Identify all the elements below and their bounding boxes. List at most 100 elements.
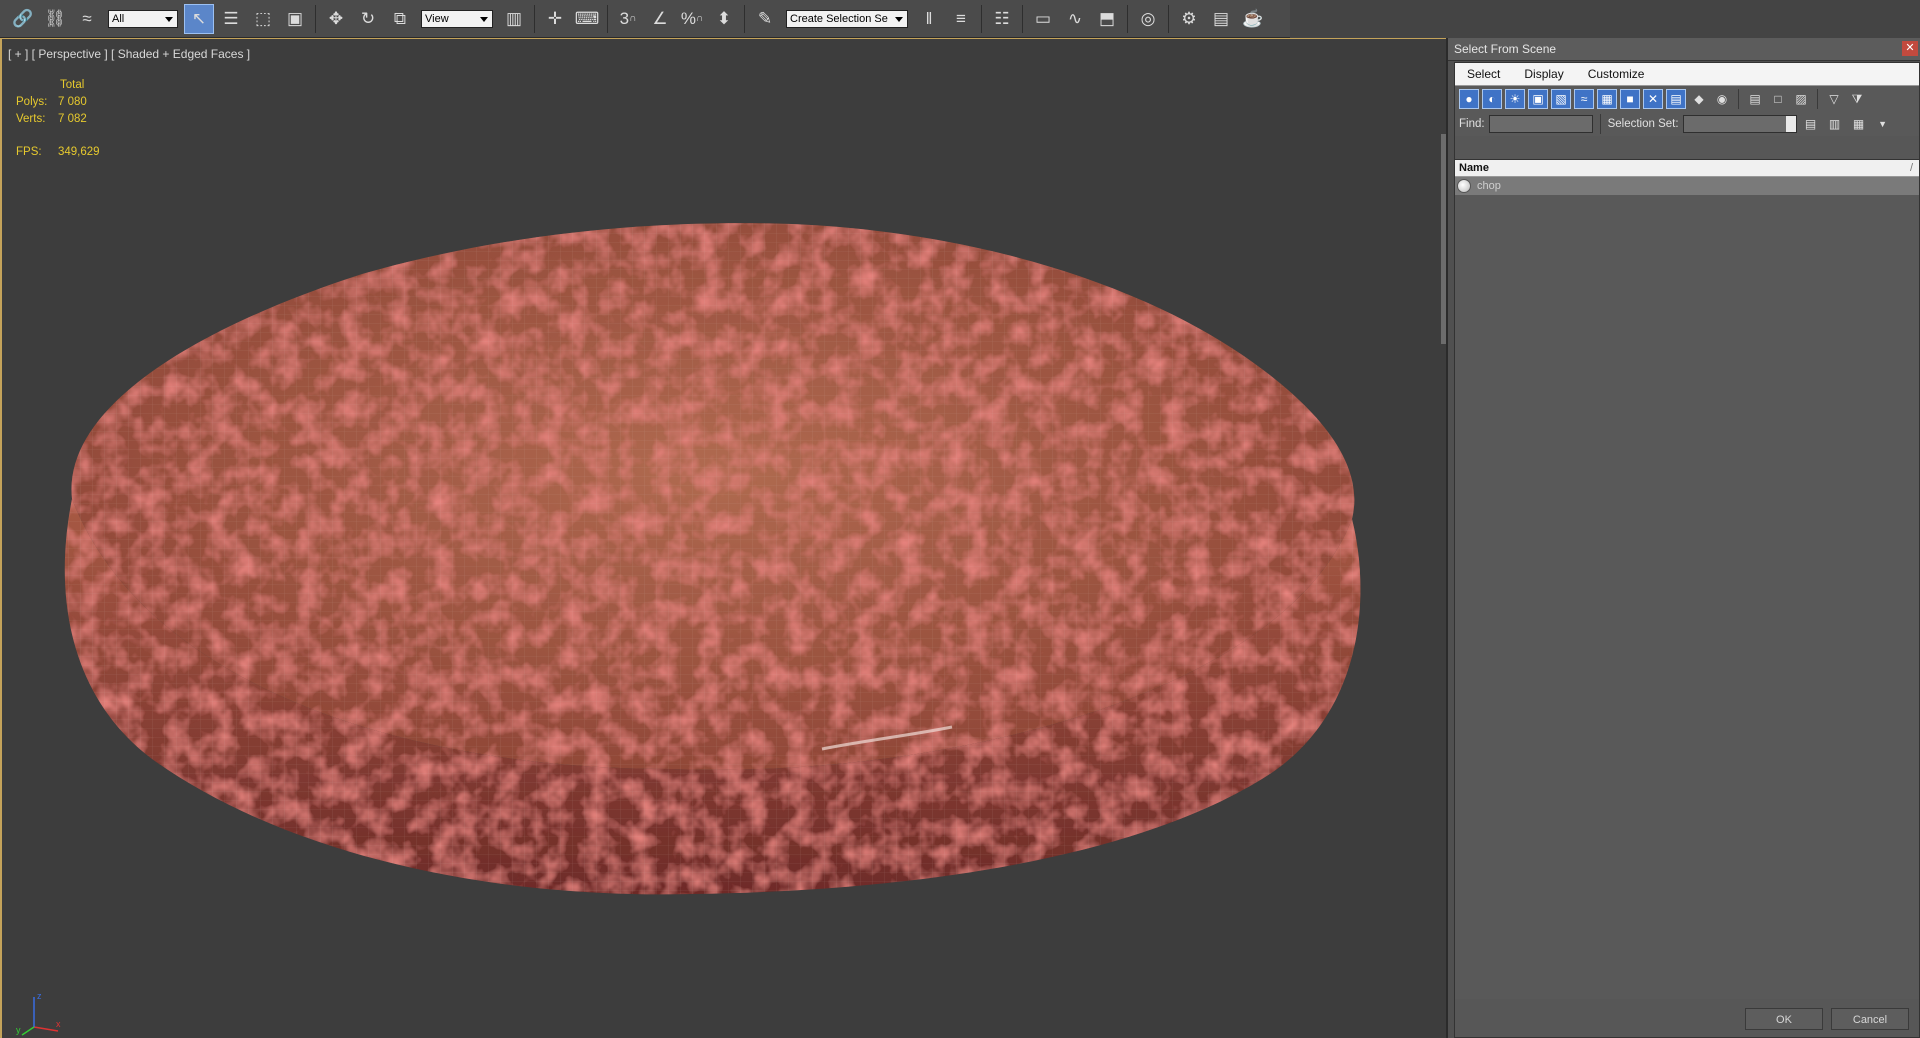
select-and-manipulate-icon[interactable]: ✛: [540, 4, 570, 34]
render-production-icon[interactable]: ☕: [1238, 4, 1268, 34]
toolbar-divider: [534, 4, 535, 33]
stats-header: Total: [60, 79, 85, 91]
display-frozen-icon[interactable]: ◆: [1689, 89, 1709, 109]
snaps-toggle-icon[interactable]: 3 ∩: [613, 4, 643, 34]
menu-display[interactable]: Display: [1512, 67, 1575, 81]
dialog-menu-bar: Select Display Customize: [1455, 63, 1919, 86]
sort-indicator-icon: /: [1909, 162, 1913, 174]
selection-filter-dropdown[interactable]: All: [108, 9, 178, 28]
toolbar-divider: [607, 4, 608, 33]
dialog-body: Select Display Customize ● ◐ ☀ ▣ ▧ ≈ ▦ ■…: [1454, 62, 1920, 1038]
select-from-scene-dialog: Select From Scene ✕ Select Display Custo…: [1441, 38, 1920, 1038]
sphere-icon: [1457, 179, 1471, 193]
list-item-name: chop: [1477, 180, 1501, 192]
dialog-side-scrollbar[interactable]: [1441, 134, 1446, 344]
keyboard-shortcut-override-icon[interactable]: ⌨: [572, 4, 602, 34]
layer-manager-icon[interactable]: ☷: [987, 4, 1017, 34]
verts-label: Verts:: [16, 113, 46, 125]
window-crossing-icon[interactable]: ▣: [280, 4, 310, 34]
list-item[interactable]: chop: [1455, 177, 1919, 195]
verts-value: 7 082: [58, 113, 87, 125]
percent-snap-icon[interactable]: % ∩: [677, 4, 707, 34]
mirror-icon[interactable]: ‖: [914, 4, 944, 34]
axis-y-label: y: [16, 1025, 21, 1035]
axis-x-label: x: [56, 1019, 61, 1029]
select-invert-icon[interactable]: ▨: [1791, 89, 1811, 109]
tools-divider: [1738, 89, 1739, 109]
close-icon[interactable]: ✕: [1902, 41, 1918, 56]
expand-options-icon[interactable]: ▼: [1873, 114, 1893, 134]
stats-verts-row: Verts: 7 082: [16, 111, 100, 128]
find-input[interactable]: [1488, 115, 1593, 133]
menu-customize[interactable]: Customize: [1576, 67, 1657, 81]
find-row: Find: Selection Set: ▤ ▥ ▦ ▼: [1455, 112, 1919, 136]
rendered-frame-window-icon[interactable]: ▤: [1206, 4, 1236, 34]
select-and-move-icon[interactable]: ✥: [321, 4, 351, 34]
snaps-toggle-label: 3: [619, 8, 630, 28]
display-groups-icon[interactable]: ▦: [1597, 89, 1617, 109]
display-hidden-icon[interactable]: ◉: [1712, 89, 1732, 109]
display-lights-icon[interactable]: ☀: [1505, 89, 1525, 109]
menu-select[interactable]: Select: [1455, 67, 1512, 81]
dialog-filter-toolbar: ● ◐ ☀ ▣ ▧ ≈ ▦ ■ ✕ ▤ ◆ ◉ ▤ □ ▨ ▽ ⧩: [1455, 86, 1919, 112]
select-and-scale-icon[interactable]: ⧉: [385, 4, 415, 34]
bind-to-space-warp-icon[interactable]: ≈: [72, 4, 102, 34]
spinner-snap-icon[interactable]: ⬍: [709, 4, 739, 34]
dialog-title-bar[interactable]: Select From Scene ✕: [1448, 38, 1920, 61]
reference-coordinate-dropdown[interactable]: View: [421, 9, 493, 28]
polys-value: 7 080: [58, 96, 87, 108]
display-bones-icon[interactable]: ✕: [1643, 89, 1663, 109]
display-shapes-icon[interactable]: ◐: [1482, 89, 1502, 109]
toolbar-divider: [981, 4, 982, 33]
schematic-view-icon[interactable]: ⬒: [1092, 4, 1122, 34]
angle-snap-icon[interactable]: ∠: [645, 4, 675, 34]
display-geometry-icon[interactable]: ●: [1459, 89, 1479, 109]
select-and-link-icon[interactable]: 🔗: [8, 4, 38, 34]
toolbar-divider: [744, 4, 745, 33]
create-selection-set-icon[interactable]: ▤: [1801, 114, 1821, 134]
cancel-button[interactable]: Cancel: [1831, 1008, 1909, 1030]
select-object-icon[interactable]: ↖: [184, 3, 214, 34]
viewport-label[interactable]: [ + ] [ Perspective ] [ Shaded + Edged F…: [8, 47, 250, 61]
display-cameras-icon[interactable]: ▣: [1528, 89, 1548, 109]
named-selection-set-dropdown[interactable]: Create Selection Se: [786, 9, 908, 28]
name-column-header[interactable]: Name /: [1455, 160, 1919, 177]
perspective-viewport[interactable]: [ + ] [ Perspective ] [ Shaded + Edged F…: [0, 38, 1446, 1038]
fps-label: FPS:: [16, 146, 42, 158]
polys-label: Polys:: [16, 96, 48, 108]
use-pivot-point-center-icon[interactable]: ▥: [499, 4, 529, 34]
delete-selection-set-icon[interactable]: ▦: [1849, 114, 1869, 134]
toolbar-divider: [1022, 4, 1023, 33]
edit-named-selection-icon[interactable]: ✎: [750, 4, 780, 34]
find-label: Find:: [1459, 118, 1485, 130]
advanced-filter-icon[interactable]: ⧩: [1847, 89, 1867, 109]
material-editor-icon[interactable]: ◎: [1133, 4, 1163, 34]
ok-button[interactable]: OK: [1745, 1008, 1823, 1030]
find-divider: [1599, 114, 1601, 134]
display-xrefs-icon[interactable]: ■: [1620, 89, 1640, 109]
percent-snap-label: %: [680, 8, 696, 28]
selection-set-label: Selection Set:: [1607, 118, 1679, 130]
rectangular-selection-region-icon[interactable]: ⬚: [248, 4, 278, 34]
align-icon[interactable]: ≡: [946, 4, 976, 34]
dialog-title: Select From Scene: [1454, 42, 1557, 56]
scene-object-list: Name / chop: [1455, 159, 1919, 999]
toggle-ribbon-icon[interactable]: ▭: [1028, 4, 1058, 34]
meat-patty-model[interactable]: [32, 179, 1372, 939]
name-column-label: Name: [1459, 162, 1489, 174]
display-containers-icon[interactable]: ▤: [1666, 89, 1686, 109]
display-space-warps-icon[interactable]: ≈: [1574, 89, 1594, 109]
render-setup-icon[interactable]: ⚙: [1174, 4, 1204, 34]
unlink-selection-icon[interactable]: ⛓: [40, 4, 70, 34]
chevron-down-icon[interactable]: [1785, 116, 1796, 132]
display-helpers-icon[interactable]: ▧: [1551, 89, 1571, 109]
select-all-icon[interactable]: ▤: [1745, 89, 1765, 109]
selection-set-dropdown[interactable]: [1682, 115, 1797, 133]
filter-icon[interactable]: ▽: [1824, 89, 1844, 109]
select-and-rotate-icon[interactable]: ↻: [353, 4, 383, 34]
select-by-name-icon[interactable]: ☰: [216, 4, 246, 34]
select-none-icon[interactable]: □: [1768, 89, 1788, 109]
viewport-statistics: Total Polys: 7 080 Verts: 7 082 FPS: 349…: [16, 77, 100, 161]
edit-selection-set-icon[interactable]: ▥: [1825, 114, 1845, 134]
curve-editor-icon[interactable]: ∿: [1060, 4, 1090, 34]
